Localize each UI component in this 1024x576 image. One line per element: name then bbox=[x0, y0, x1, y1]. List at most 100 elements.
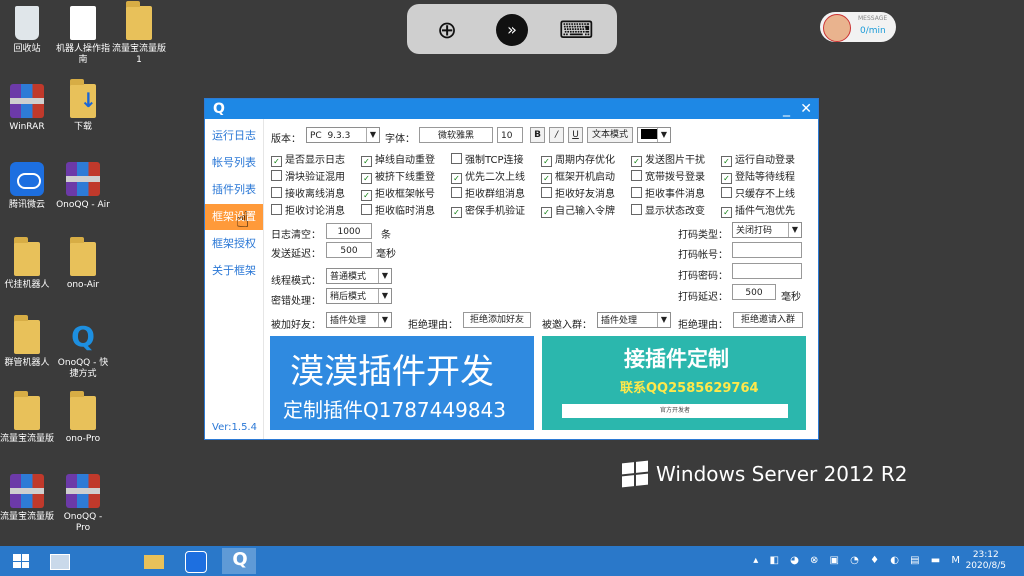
system-tray[interactable]: ▴ ◧ ◕ ⊗ ▣ ◔ ♦ ◐ ▤ ▬ M bbox=[753, 555, 964, 566]
sidebar-item-run-log[interactable]: 运行日志 bbox=[205, 123, 263, 149]
clock[interactable]: 23:12 2020/8/5 bbox=[966, 550, 1006, 572]
checkbox-option[interactable]: 显示状态改变 bbox=[631, 202, 705, 217]
reject-group-field[interactable]: 拒绝邀请入群 bbox=[733, 312, 803, 328]
desktop-icon-guide[interactable]: 机器人操作指南 bbox=[56, 6, 110, 66]
checkbox-option[interactable]: 拒收群组消息 bbox=[451, 185, 525, 200]
desktop-icon-proxy-bot[interactable]: 代挂机器人 bbox=[0, 237, 54, 291]
desktop-icon-ono-pro[interactable]: ono-Pro bbox=[56, 391, 110, 445]
bold-button[interactable]: B bbox=[530, 127, 545, 143]
checkbox-checked-icon[interactable]: ✓ bbox=[721, 173, 732, 184]
checkbox-checked-icon[interactable]: ✓ bbox=[541, 207, 552, 218]
checkbox-checked-icon[interactable]: ✓ bbox=[361, 156, 372, 167]
checkbox-unchecked-icon[interactable] bbox=[271, 204, 282, 215]
version-select[interactable]: PC 9.3.3 ▼ bbox=[306, 127, 380, 143]
checkbox-option[interactable]: 拒收事件消息 bbox=[631, 185, 705, 200]
desktop-icon-traffic2[interactable]: 流量宝流量版 bbox=[0, 391, 54, 445]
color-select[interactable]: ▼ bbox=[637, 127, 671, 143]
checkbox-unchecked-icon[interactable] bbox=[271, 170, 282, 181]
checkbox-option[interactable]: 只缓存不上线 bbox=[721, 185, 795, 200]
desktop-icon-recycle-bin[interactable]: 回收站 bbox=[0, 6, 54, 55]
reject-friend-field[interactable]: 拒绝添加好友 bbox=[463, 312, 531, 328]
remote-desktop-icon[interactable]: » bbox=[496, 14, 528, 46]
title-bar[interactable]: Q _ ✕ bbox=[205, 99, 818, 119]
taskbar-onoqq[interactable]: Q bbox=[222, 548, 256, 574]
checkbox-option[interactable]: 滑块验证混用 bbox=[271, 168, 345, 183]
checkbox-unchecked-icon[interactable] bbox=[721, 187, 732, 198]
checkbox-unchecked-icon[interactable] bbox=[451, 187, 462, 198]
checkbox-option[interactable]: 宽带拨号登录 bbox=[631, 168, 705, 183]
checkbox-option[interactable]: ✓ 是否显示日志 bbox=[271, 151, 345, 167]
thread-mode-select[interactable]: 普通模式 ▼ bbox=[326, 268, 392, 284]
friend-added-select[interactable]: 插件处理 ▼ bbox=[326, 312, 392, 328]
checkbox-option[interactable]: ✓ 被挤下线重登 bbox=[361, 168, 435, 184]
desktop-icon-weiyun[interactable]: 腾讯微云 bbox=[0, 162, 54, 211]
checkbox-option[interactable]: ✓ 周期内存优化 bbox=[541, 151, 615, 167]
close-button[interactable]: ✕ bbox=[800, 99, 812, 119]
desktop-icon-onoqq-air[interactable]: OnoQQ - Air bbox=[56, 162, 110, 211]
checkbox-option[interactable]: 拒收好友消息 bbox=[541, 185, 615, 200]
checkbox-checked-icon[interactable]: ✓ bbox=[541, 156, 552, 167]
checkbox-option[interactable]: ✓ 掉线自动重登 bbox=[361, 151, 435, 167]
desktop-icon-ono-air[interactable]: ono-Air bbox=[56, 237, 110, 291]
group-invited-select[interactable]: 插件处理 ▼ bbox=[597, 312, 671, 328]
checkbox-unchecked-icon[interactable] bbox=[271, 187, 282, 198]
checkbox-option[interactable]: ✓ 登陆等待线程 bbox=[721, 168, 795, 184]
checkbox-option[interactable]: 拒收临时消息 bbox=[361, 202, 435, 217]
checkbox-checked-icon[interactable]: ✓ bbox=[721, 156, 732, 167]
captcha-account-field[interactable] bbox=[732, 242, 802, 258]
checkbox-checked-icon[interactable]: ✓ bbox=[541, 173, 552, 184]
start-button[interactable] bbox=[4, 548, 38, 574]
checkbox-checked-icon[interactable]: ✓ bbox=[271, 156, 282, 167]
keyboard-icon[interactable]: ⌨ bbox=[559, 14, 594, 46]
taskbar-weiyun[interactable] bbox=[178, 548, 212, 574]
checkbox-checked-icon[interactable]: ✓ bbox=[631, 156, 642, 167]
message-widget[interactable]: MESSAGE 0/min bbox=[820, 12, 896, 42]
banner-plugin-dev[interactable]: 漠漠插件开发 定制插件Q1787449843 bbox=[270, 336, 534, 430]
font-field[interactable]: 微软雅黑 bbox=[419, 127, 493, 143]
captcha-password-field[interactable] bbox=[732, 263, 802, 279]
taskbar-explorer[interactable] bbox=[136, 548, 170, 574]
send-delay-field[interactable]: 500 bbox=[326, 242, 372, 258]
desktop-icon-download[interactable]: 下载 bbox=[56, 79, 110, 133]
desktop-icon-group-bot[interactable]: 群管机器人 bbox=[0, 315, 54, 369]
checkbox-unchecked-icon[interactable] bbox=[361, 204, 372, 215]
minimize-button[interactable]: _ bbox=[783, 99, 790, 119]
checkbox-unchecked-icon[interactable] bbox=[631, 170, 642, 181]
checkbox-unchecked-icon[interactable] bbox=[541, 187, 552, 198]
checkbox-option[interactable]: ✓ 发送图片干扰 bbox=[631, 151, 705, 167]
checkbox-option[interactable]: ✓ 运行自动登录 bbox=[721, 151, 795, 167]
checkbox-checked-icon[interactable]: ✓ bbox=[361, 190, 372, 201]
checkbox-unchecked-icon[interactable] bbox=[631, 187, 642, 198]
text-mode-button[interactable]: 文本模式 bbox=[587, 127, 633, 143]
sidebar-item-accounts[interactable]: 帐号列表 bbox=[205, 150, 263, 176]
checkbox-option[interactable]: 强制TCP连接 bbox=[451, 151, 524, 166]
checkbox-option[interactable]: ✓ 优先二次上线 bbox=[451, 168, 525, 184]
sidebar-item-about[interactable]: 关于框架 bbox=[205, 258, 263, 284]
checkbox-checked-icon[interactable]: ✓ bbox=[451, 173, 462, 184]
underline-button[interactable]: U bbox=[568, 127, 583, 143]
zoom-in-icon[interactable]: ⊕ bbox=[431, 14, 463, 46]
error-mode-select[interactable]: 稍后模式 ▼ bbox=[326, 288, 392, 304]
checkbox-unchecked-icon[interactable] bbox=[451, 153, 462, 164]
checkbox-option[interactable]: ✓ 框架开机启动 bbox=[541, 168, 615, 184]
sidebar-item-plugins[interactable]: 插件列表 bbox=[205, 177, 263, 203]
taskbar-server-manager[interactable] bbox=[42, 548, 76, 574]
desktop-icon-traffic1[interactable]: 流量宝流量版1 bbox=[112, 1, 166, 66]
checkbox-option[interactable]: ✓ 插件气泡优先 bbox=[721, 202, 795, 218]
desktop-icon-traffic3[interactable]: 流量宝流量版 bbox=[0, 474, 54, 523]
checkbox-option[interactable]: 拒收讨论消息 bbox=[271, 202, 345, 217]
captcha-type-select[interactable]: 关闭打码 ▼ bbox=[732, 222, 802, 238]
captcha-delay-field[interactable]: 500 bbox=[732, 284, 776, 300]
desktop-icon-onoqq-pro[interactable]: OnoQQ - Pro bbox=[56, 474, 110, 534]
checkbox-checked-icon[interactable]: ✓ bbox=[721, 207, 732, 218]
font-size-field[interactable]: 10 bbox=[497, 127, 523, 143]
checkbox-checked-icon[interactable]: ✓ bbox=[451, 207, 462, 218]
sidebar-item-auth[interactable]: 框架授权 bbox=[205, 231, 263, 257]
checkbox-checked-icon[interactable]: ✓ bbox=[361, 173, 372, 184]
checkbox-option[interactable]: ✓ 密保手机验证 bbox=[451, 202, 525, 218]
desktop-icon-onoqq-shortcut[interactable]: OnoQQ - 快捷方式 bbox=[56, 320, 110, 380]
banner-custom-plugin[interactable]: 接插件定制 联系QQ2585629764 官方开发者 bbox=[542, 336, 806, 430]
sidebar-item-settings[interactable]: 框架设置 bbox=[205, 204, 263, 230]
desktop-icon-winrar[interactable]: WinRAR bbox=[0, 84, 54, 133]
checkbox-option[interactable]: ✓ 拒收框架帐号 bbox=[361, 185, 435, 201]
